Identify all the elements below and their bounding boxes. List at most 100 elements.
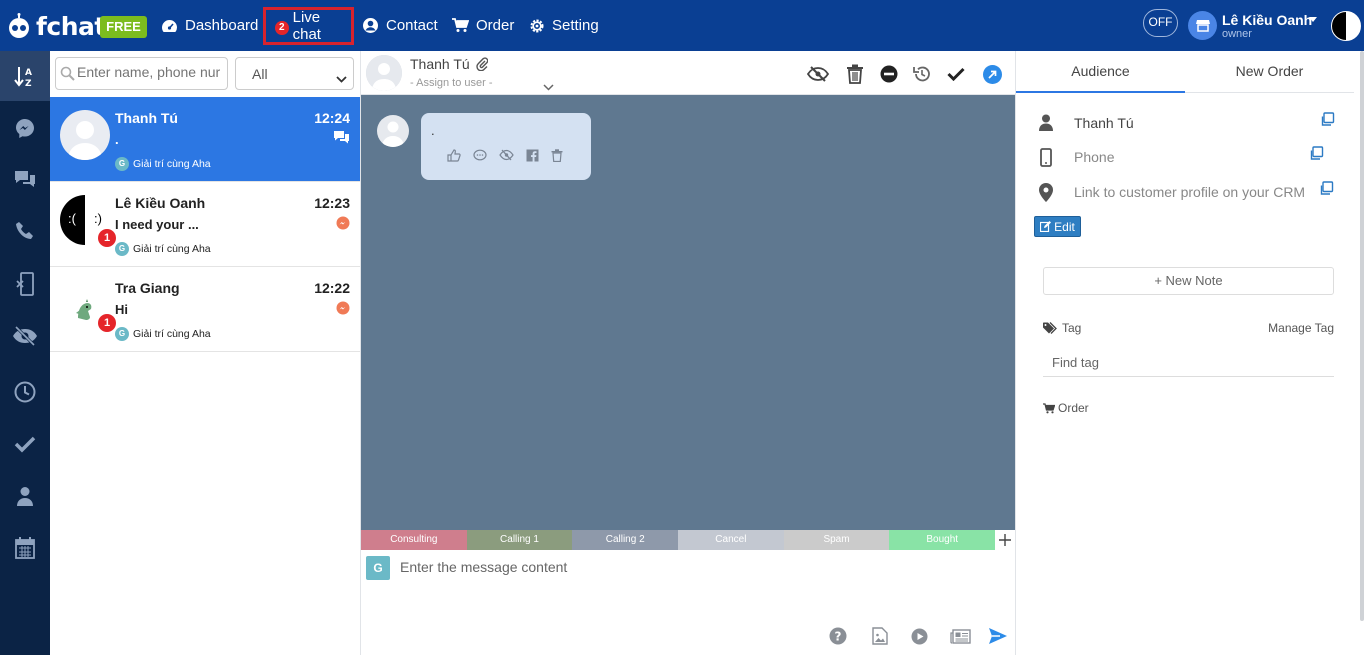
user-menu-caret-icon[interactable] [1309,17,1317,22]
edit-label: Edit [1054,219,1075,234]
external-link-icon [982,64,1002,84]
cart-icon [1043,402,1055,414]
hide-conversation-button[interactable] [806,63,830,85]
phone-filter-button[interactable] [0,206,50,256]
contact-name: Tra Giang [115,280,180,296]
crm-link-row[interactable]: Link to customer profile on your CRM [1038,177,1358,207]
block-button[interactable] [877,63,901,85]
phone-field[interactable]: Phone [1074,149,1114,165]
chat-messages-area: . [361,95,1015,530]
mobile-exit-filter-button[interactable] [0,259,50,309]
assigned-filter-button[interactable] [0,471,50,521]
calendar-filter-button[interactable] [0,523,50,573]
quick-tag-consulting[interactable]: Consulting [361,530,467,550]
assign-user-select[interactable]: - Assign to user - [410,77,493,89]
top-bar: fchat FREE Dashboard 2 Live chat Contact… [0,0,1364,51]
message-text: . [431,123,435,138]
tag-section-label: Tag [1043,321,1081,335]
done-filter-button[interactable] [0,419,50,469]
nav-dashboard[interactable]: Dashboard [161,0,258,51]
like-icon[interactable] [447,149,461,165]
page-scrollbar[interactable] [1360,51,1364,621]
user-name[interactable]: Lê Kiều Oanh [1222,12,1312,28]
trash-icon[interactable] [551,149,563,165]
send-button[interactable] [987,626,1009,646]
edit-button[interactable]: Edit [1034,216,1081,237]
mobile-exit-icon [16,272,34,296]
nav-setting[interactable]: Setting [529,0,599,51]
delete-button[interactable] [843,63,867,85]
default-user-icon [366,55,402,91]
fchat-logo[interactable]: fchat [6,10,106,42]
chat-header: Thanh Tú - Assign to user - [361,51,1015,95]
messenger-icon [16,119,34,138]
search-box[interactable] [55,57,228,90]
conversation-item[interactable]: :( :) 1 Lê Kiều Oanh 12:23 I need your .… [50,182,360,267]
help-button[interactable]: ? [827,626,849,646]
phone-row[interactable]: Phone [1038,142,1358,172]
tab-new-order[interactable]: New Order [1185,51,1354,93]
quick-tag-calling-1[interactable]: Calling 1 [466,530,573,550]
store-avatar[interactable] [1188,11,1217,40]
conversation-list: All Thanh Tú 12:24 . G Giải trí cùng Aha… [50,51,361,655]
svg-text:A: A [25,68,32,78]
tab-audience[interactable]: Audience [1016,51,1185,93]
quick-tag-spam[interactable]: Spam [783,530,890,550]
copy-icon[interactable] [1319,181,1334,199]
nav-order[interactable]: Order [452,0,514,51]
copy-icon[interactable] [1320,112,1335,130]
message-input[interactable]: Enter the message content [400,559,567,575]
chevron-down-icon[interactable] [543,79,554,94]
add-quick-tag-button[interactable] [995,530,1015,550]
manage-tag-link[interactable]: Manage Tag [1268,321,1334,335]
find-tag-input[interactable]: Find tag [1043,348,1334,377]
online-status-toggle[interactable]: OFF [1143,9,1178,37]
phone-icon [16,222,33,239]
quick-tag-cancel[interactable]: Cancel [678,530,784,550]
svg-text:?: ? [835,630,842,644]
sender-avatar [377,115,409,147]
user-icon [17,487,33,506]
sort-az-icon: AZ [14,67,32,87]
history-icon [913,66,930,82]
search-input[interactable] [77,64,225,80]
quick-tag-bought[interactable]: Bought [889,530,996,550]
attach-image-button[interactable] [869,626,891,646]
question-circle-icon: ? [829,627,847,645]
sort-az-button[interactable]: AZ [0,51,50,101]
conversation-item[interactable]: 1 Tra Giang 12:22 Hi G Giải trí cùng Aha [50,267,360,352]
hidden-filter-button[interactable] [0,311,50,361]
quick-tag-calling-2[interactable]: Calling 2 [572,530,679,550]
paperclip-icon[interactable] [475,57,488,74]
customer-name: Thanh Tú [1074,115,1134,131]
history-filter-button[interactable] [0,367,50,417]
messenger-filter-button[interactable] [0,103,50,153]
nav-contact[interactable]: Contact [362,0,438,51]
reply-comment-icon[interactable] [473,149,487,165]
chat-contact-name-text: Thanh Tú [410,56,470,72]
history-button[interactable] [910,63,934,85]
new-note-button[interactable]: + New Note [1043,267,1334,295]
copy-icon[interactable] [1309,146,1324,164]
message-bubble: . [421,113,591,180]
open-external-button[interactable] [980,63,1004,85]
nav-contact-label: Contact [386,17,438,34]
quick-tag-bar: Consulting Calling 1 Calling 2 Cancel Sp… [361,530,1015,550]
conversation-filter-select[interactable]: All [235,57,354,90]
conversation-item[interactable]: Thanh Tú 12:24 . G Giải trí cùng Aha [50,97,360,182]
hide-comment-icon[interactable] [499,149,514,165]
mark-done-button[interactable] [944,63,968,85]
plus-icon [999,534,1011,546]
messenger-icon [336,216,350,233]
attach-video-button[interactable] [908,626,930,646]
template-button[interactable] [948,626,972,646]
page-selector-avatar[interactable]: G [366,556,390,580]
comments-filter-button[interactable] [0,154,50,204]
newspaper-icon [949,628,971,644]
minus-circle-icon [880,65,898,83]
profile-avatar[interactable] [1331,11,1361,41]
crm-link-field[interactable]: Link to customer profile on your CRM [1074,184,1305,200]
plan-badge[interactable]: FREE [100,16,147,38]
facebook-icon[interactable] [526,149,539,165]
nav-live-chat[interactable]: 2 Live chat [263,7,354,45]
